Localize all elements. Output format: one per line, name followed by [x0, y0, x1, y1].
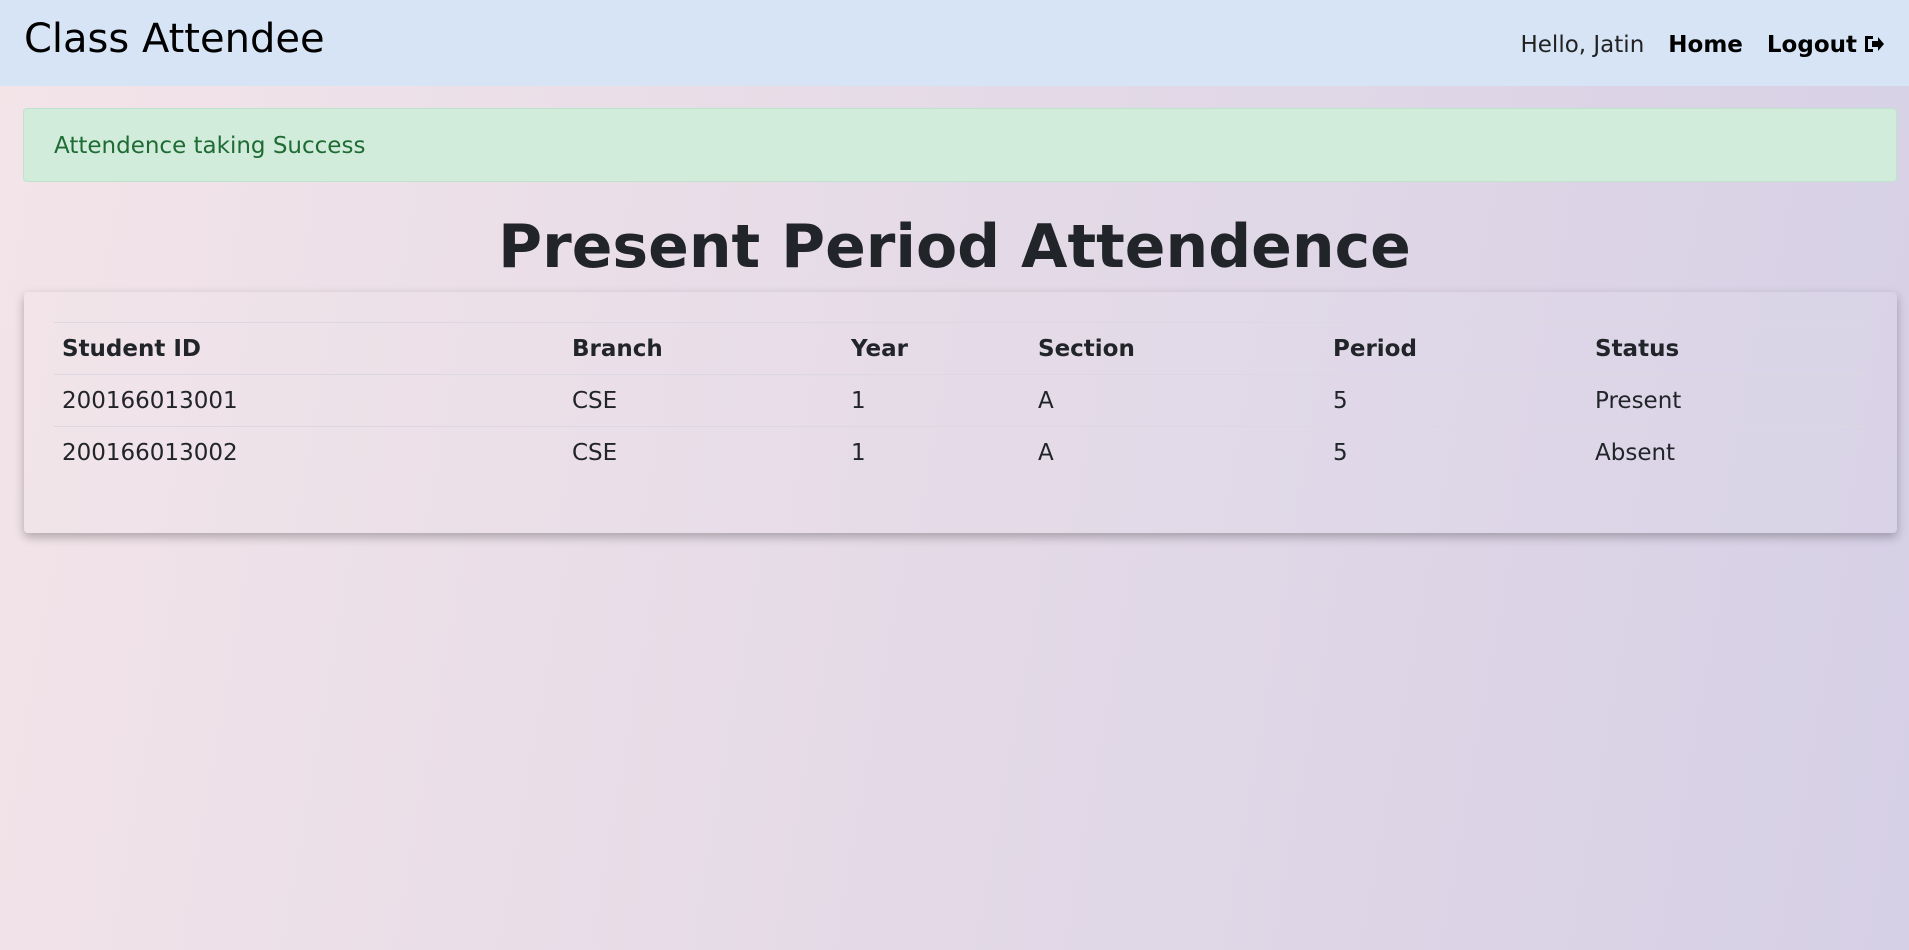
cell-branch: CSE — [564, 426, 843, 479]
logout-link[interactable]: Logout — [1767, 30, 1885, 60]
success-alert: Attendence taking Success — [23, 108, 1897, 182]
cell-period: 5 — [1325, 374, 1587, 427]
logout-label: Logout — [1766, 32, 1857, 58]
cell-student-id: 200166013002 — [54, 426, 564, 479]
attendance-table: Student ID Branch Year Section Period St… — [54, 322, 1866, 479]
cell-section: A — [1030, 374, 1325, 427]
page-title: Present Period Attendence — [498, 212, 1411, 282]
cell-branch: CSE — [564, 374, 843, 427]
home-link[interactable]: Home — [1668, 30, 1743, 60]
header-period: Period — [1325, 322, 1587, 375]
table-row: 200166013001 CSE 1 A 5 Present — [54, 374, 1866, 427]
header-year: Year — [843, 322, 1030, 375]
brand-title[interactable]: Class Attendee — [24, 14, 325, 64]
user-greeting: Hello, Jatin — [1520, 32, 1645, 58]
cell-student-id: 200166013001 — [54, 374, 564, 427]
cell-period: 5 — [1325, 426, 1587, 479]
cell-year: 1 — [843, 426, 1030, 479]
cell-year: 1 — [843, 374, 1030, 427]
cell-status: Absent — [1587, 426, 1866, 479]
header-section: Section — [1030, 322, 1325, 375]
table-header-row: Student ID Branch Year Section Period St… — [54, 322, 1866, 375]
table-row: 200166013002 CSE 1 A 5 Absent — [54, 426, 1866, 479]
attendance-card: Student ID Branch Year Section Period St… — [24, 292, 1897, 533]
navbar: Class Attendee Hello, Jatin Home Logout — [0, 0, 1909, 86]
header-student-id: Student ID — [54, 322, 564, 375]
cell-section: A — [1030, 426, 1325, 479]
nav-right: Hello, Jatin Home Logout — [1520, 30, 1885, 60]
header-branch: Branch — [564, 322, 843, 375]
header-status: Status — [1587, 322, 1866, 375]
cell-status: Present — [1587, 374, 1866, 427]
logout-icon — [1863, 32, 1885, 52]
